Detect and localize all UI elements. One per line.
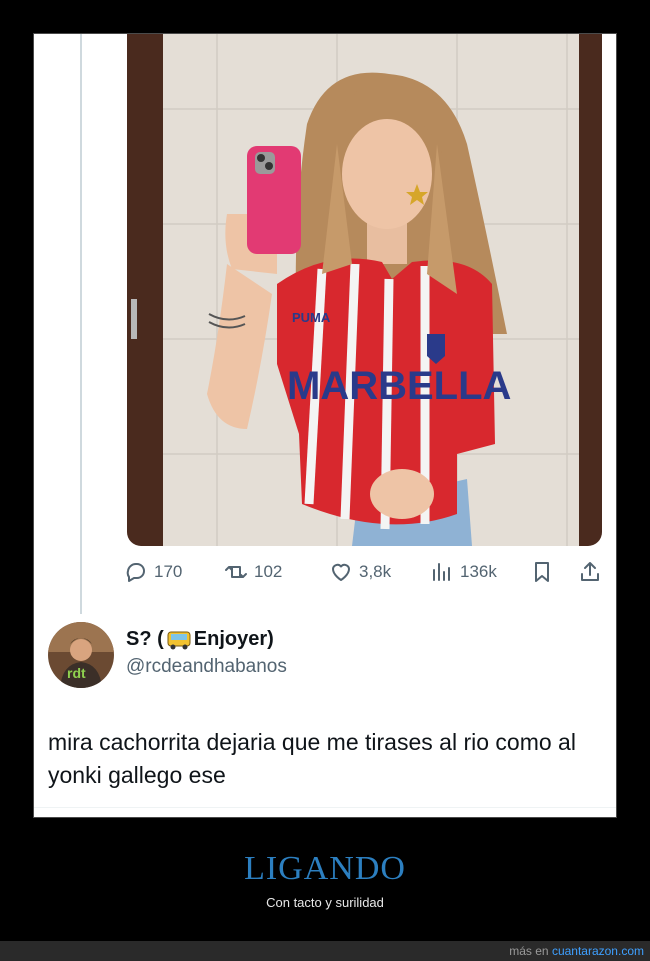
tweet-screenshot-frame: MARBELLA PUMA 170 102 3,8k 136k rdt S? (…	[33, 33, 617, 818]
bookmark-action[interactable]	[530, 558, 554, 586]
reply-text: mira cachorrita dejaria que me tirases a…	[48, 729, 576, 788]
post-subtitle: Con tacto y surilidad	[266, 895, 384, 910]
like-count: 3,8k	[359, 562, 392, 581]
reply-author-name[interactable]: S? ( Enjoyer)	[126, 628, 274, 651]
like-action[interactable]: 3,8k	[329, 558, 391, 586]
reply-author-handle[interactable]: @rcdeandhabanos	[126, 656, 287, 678]
thread-line	[80, 34, 82, 614]
avatar[interactable]: rdt	[48, 622, 114, 688]
bus-emoji-icon	[167, 631, 191, 649]
reply-tweet: rdt S? ( Enjoyer) @rcdeandhabanos mira c…	[34, 618, 616, 808]
share-icon	[581, 562, 599, 581]
post-title: LIGANDO	[244, 850, 406, 887]
reply-icon	[126, 562, 145, 582]
shirt-text: MARBELLA	[287, 364, 511, 408]
selfie-illustration: MARBELLA PUMA	[127, 34, 602, 546]
tweet-action-bar: 170 102 3,8k 136k	[124, 558, 604, 586]
reply-action[interactable]: 170	[124, 558, 182, 586]
name-prefix: S? (	[126, 628, 164, 650]
retweet-count: 102	[254, 562, 283, 581]
footer-text: más en cuantarazon.com	[509, 944, 644, 958]
heart-icon	[332, 563, 350, 581]
name-suffix: Enjoyer)	[193, 628, 274, 650]
share-action[interactable]	[578, 558, 602, 586]
divider	[34, 807, 616, 808]
footer-site-link[interactable]: cuantarazon.com	[552, 944, 644, 958]
bookmark-icon	[535, 562, 549, 582]
views-action[interactable]: 136k	[430, 558, 497, 586]
retweet-action[interactable]: 102	[224, 558, 282, 586]
footer-prefix: más en	[509, 944, 552, 958]
retweet-icon	[225, 566, 247, 578]
tweet-photo[interactable]: MARBELLA PUMA	[127, 34, 602, 546]
views-count: 136k	[460, 562, 497, 581]
footer-bar: más en cuantarazon.com	[0, 941, 650, 961]
avatar-caption: rdt	[67, 665, 86, 681]
reply-count: 170	[154, 562, 183, 581]
shirt-brand: PUMA	[292, 310, 331, 325]
views-chart-icon	[433, 563, 450, 581]
